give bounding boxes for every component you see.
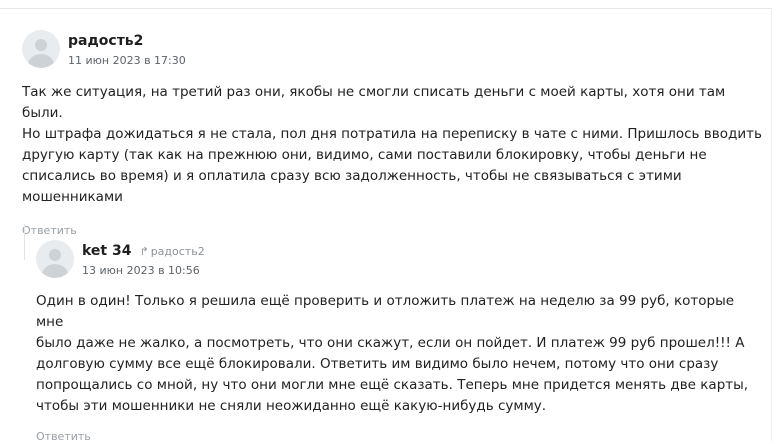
comment-1: радость2 11 июн 2023 в 17:30 Так же ситу… <box>22 30 762 238</box>
comment-2: ket 34 ↱ радость2 13 июн 2023 в 10:56 Оди… <box>36 240 764 444</box>
avatar[interactable] <box>22 30 60 68</box>
avatar[interactable] <box>36 240 74 278</box>
comment-text-line: мошенниками <box>22 189 123 205</box>
comment-2-name-row: ket 34 ↱ радость2 <box>82 243 205 259</box>
comment-2-header: ket 34 ↱ радость2 13 июн 2023 в 10:56 <box>36 240 764 278</box>
comment-author[interactable]: радость2 <box>68 33 143 49</box>
comment-text-line: попрощались со мной, ну что они могли мн… <box>36 377 749 393</box>
comment-text: Один в один! Только я решила ещё провери… <box>36 291 764 417</box>
reply-arrow-icon: ↱ <box>139 245 149 258</box>
reply-to-author: радость2 <box>150 245 205 258</box>
comment-text-line: Но штрафа дожидаться я не стала, пол дня… <box>22 126 762 142</box>
comment-date: 11 июн 2023 в 17:30 <box>68 54 186 67</box>
comment-1-name-row: радость2 <box>68 33 186 49</box>
reply-button[interactable]: Ответить <box>22 224 77 237</box>
comment-text-line: чтобы эти мошенники не сняли неожиданно … <box>36 398 547 414</box>
comment-2-meta: ket 34 ↱ радость2 13 июн 2023 в 10:56 <box>82 240 205 277</box>
comment-text: Так же ситуация, на третий раз они, якоб… <box>22 82 762 208</box>
comment-text-line: другую карту (так как на прежнюю они, ви… <box>22 147 707 163</box>
comment-text-line: Один в один! Только я решила ещё провери… <box>36 293 735 330</box>
comment-text-line: долговую сумму все ещё блокировали. Отве… <box>36 356 719 372</box>
comment-text-line: было даже не жалко, а посмотреть, что он… <box>36 335 745 351</box>
reply-button[interactable]: Ответить <box>36 430 91 443</box>
comment-1-header: радость2 11 июн 2023 в 17:30 <box>22 30 762 68</box>
right-divider <box>771 8 772 441</box>
comment-date: 13 июн 2023 в 10:56 <box>82 264 200 277</box>
comment-text-line: списались во время) и я оплатила сразу в… <box>22 168 682 184</box>
comment-author[interactable]: ket 34 <box>82 243 131 259</box>
reply-to-link[interactable]: ↱ радость2 <box>139 245 204 258</box>
comment-1-meta: радость2 11 июн 2023 в 17:30 <box>68 30 186 67</box>
comment-text-line: Так же ситуация, на третий раз они, якоб… <box>22 84 726 121</box>
reply-thread-line <box>24 224 25 260</box>
top-divider <box>0 8 772 9</box>
